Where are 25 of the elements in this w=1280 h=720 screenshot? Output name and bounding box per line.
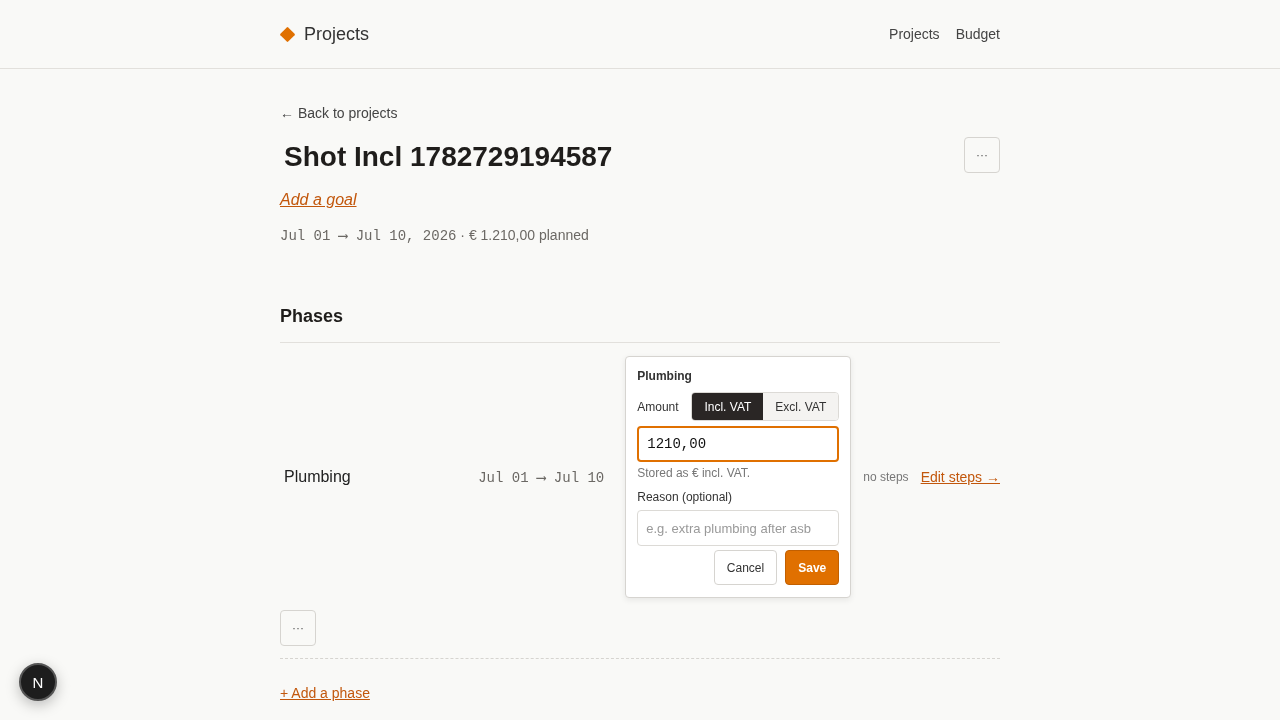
popover-title: Plumbing: [637, 368, 693, 384]
amount-hint: Stored as € incl. VAT.: [637, 465, 752, 481]
nav-link[interactable]: Projects: [889, 26, 940, 42]
add-goal-link[interactable]: Add a goal: [280, 189, 357, 211]
add-phase-link[interactable]: + Add a phase: [280, 684, 370, 702]
back-link[interactable]: ← Back to projects: [280, 104, 398, 122]
vat-toggle[interactable]: Excl. VAT: [763, 393, 839, 420]
reason-input[interactable]: e.g. extra plumbing after asb: [637, 510, 840, 546]
more-button[interactable]: ···: [280, 610, 316, 646]
cancel-button[interactable]: Cancel: [713, 550, 778, 585]
vat-toggle[interactable]: Incl. VAT: [692, 393, 764, 420]
nav-link[interactable]: Budget: [955, 26, 1000, 42]
amount-label: Amount: [637, 398, 679, 415]
project-meta: Jul 01 ⟶ Jul 10, 2026 · € 1.210,00 planned: [280, 226, 589, 246]
reason-label: Reason (optional): [637, 489, 733, 505]
section-heading: Phases: [280, 305, 344, 328]
brand-title: Projects: [304, 23, 370, 45]
steps-count: no steps: [863, 470, 909, 484]
edit-steps-link[interactable]: Edit steps →: [920, 469, 1000, 485]
dev-tools-button[interactable]: N: [19, 663, 57, 701]
phase-name: Plumbing: [283, 468, 352, 486]
project-title: Shot Incl 1782729194587: [283, 140, 613, 174]
phase-dates: Jul 01 ⟶ Jul 10: [478, 468, 605, 486]
more-button[interactable]: ···: [964, 137, 1000, 173]
amount-input[interactable]: 1210,00: [637, 426, 840, 462]
